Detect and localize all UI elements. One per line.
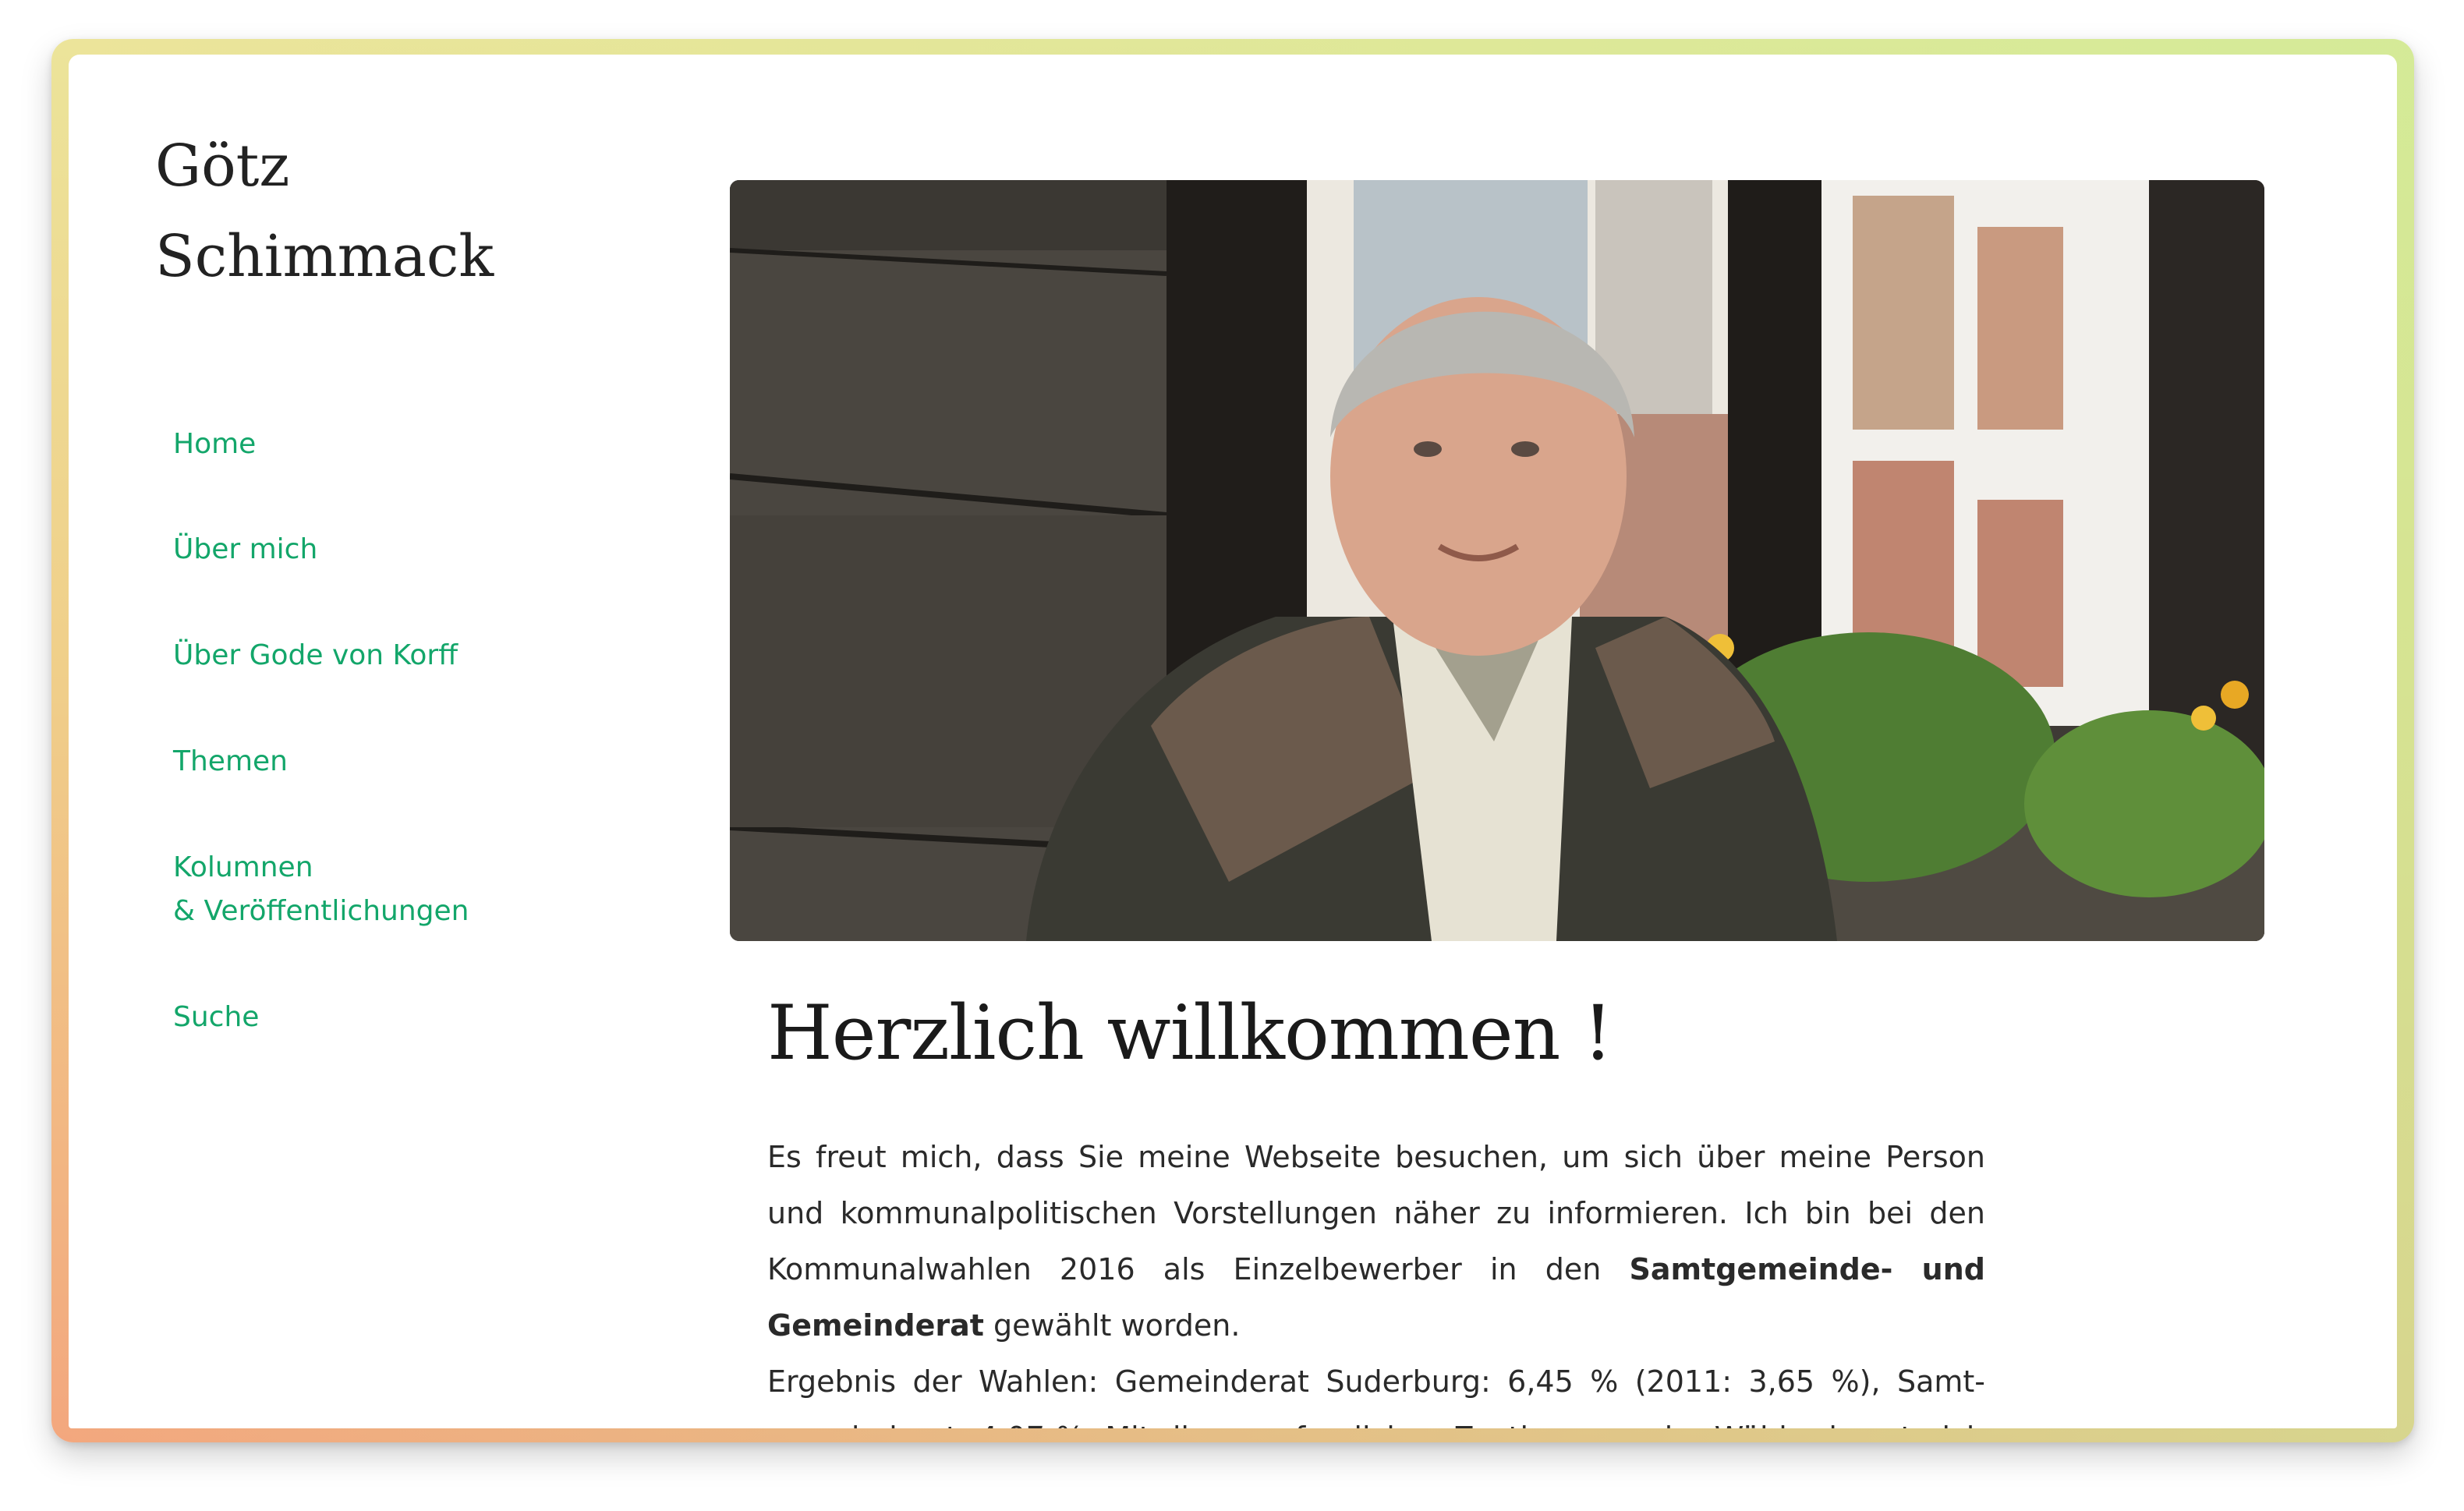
nav-item-suche[interactable]: Suche (173, 996, 259, 1039)
site-title-line2: Schimmack (155, 223, 494, 290)
nav-item-home[interactable]: Home (173, 423, 256, 466)
hero-photo-illustration (730, 180, 2264, 941)
nav-item-kolumnen-line2: & Veröffentlichungen (173, 895, 469, 927)
nav-item-kolumnen[interactable]: Kolumnen & Veröffentlichungen (173, 846, 469, 933)
site-title[interactable]: Götz Schimmack (155, 121, 545, 302)
hero-portrait-image (730, 180, 2264, 941)
nav-item-kolumnen-line1: Kolumnen (173, 851, 313, 883)
election-results-paragraph: Ergebnis der Wahlen: Gemeinderat Suderbu… (767, 1364, 1985, 1428)
site-title-line1: Götz (155, 133, 290, 200)
browser-window: Götz Schimmack Home Über mich Über Gode … (69, 55, 2397, 1428)
nav-item-ueber-gode-von-korff[interactable]: Über Gode von Korff (173, 634, 458, 678)
nav-item-themen[interactable]: Themen (173, 740, 288, 784)
main-content: Herzlich willkommen ! Es freut mich, das… (767, 975, 1985, 1428)
welcome-heading: Herzlich willkommen ! (767, 989, 1613, 1077)
intro-text-part2: gewählt worden. (983, 1308, 1241, 1343)
nav-item-ueber-mich[interactable]: Über mich (173, 528, 317, 571)
intro-paragraph: Es freut mich, dass Sie meine Webseite b… (767, 1129, 1985, 1354)
